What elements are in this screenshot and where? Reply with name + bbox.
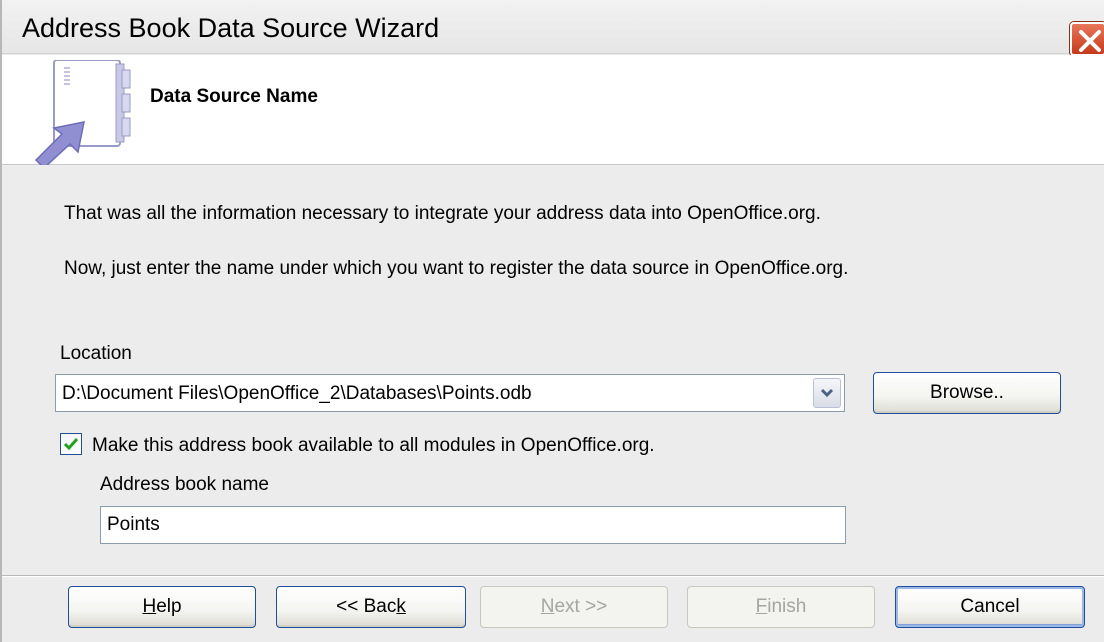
page-title: Data Source Name bbox=[150, 86, 318, 107]
title-bar[interactable]: Address Book Data Source Wizard bbox=[2, 0, 1104, 56]
next-mnemonic: N bbox=[540, 596, 555, 617]
availability-checkbox[interactable] bbox=[60, 433, 82, 455]
back-mnemonic: k bbox=[396, 596, 406, 617]
help-label-post: elp bbox=[156, 596, 182, 617]
address-book-icon bbox=[34, 60, 131, 165]
intro-text-line-1: That was all the information necessary t… bbox=[64, 203, 821, 224]
chevron-down-icon bbox=[820, 388, 834, 398]
wizard-header: Data Source Name bbox=[2, 55, 1104, 165]
location-dropdown-button[interactable] bbox=[813, 378, 841, 408]
help-button[interactable]: Help bbox=[68, 586, 256, 628]
checkmark-icon bbox=[63, 438, 79, 451]
help-mnemonic: H bbox=[142, 596, 157, 617]
intro-text-line-2: Now, just enter the name under which you… bbox=[64, 258, 849, 279]
location-combobox[interactable]: D:\Document Files\OpenOffice_2\Databases… bbox=[55, 374, 845, 412]
next-button[interactable]: Next >> bbox=[480, 586, 668, 628]
close-icon bbox=[1079, 30, 1101, 52]
next-label-post: ext >> bbox=[554, 596, 608, 617]
back-label-pre: << Bac bbox=[336, 596, 397, 617]
finish-mnemonic: F bbox=[755, 596, 768, 617]
button-separator bbox=[2, 575, 1104, 577]
close-button[interactable] bbox=[1070, 22, 1104, 56]
cancel-button[interactable]: Cancel bbox=[895, 586, 1085, 628]
availability-label[interactable]: Make this address book available to all … bbox=[92, 435, 655, 457]
location-label: Location bbox=[60, 343, 132, 364]
finish-button[interactable]: Finish bbox=[687, 586, 875, 628]
finish-label-post: inish bbox=[767, 596, 807, 617]
window-title: Address Book Data Source Wizard bbox=[22, 13, 440, 43]
browse-button[interactable]: Browse.. bbox=[873, 372, 1061, 414]
wizard-dialog: Address Book Data Source Wizard Data Sou… bbox=[0, 0, 1104, 642]
back-button[interactable]: << Back bbox=[276, 586, 466, 628]
address-book-name-label: Address book name bbox=[100, 474, 269, 495]
address-book-name-input[interactable] bbox=[101, 507, 845, 543]
address-book-name-field[interactable] bbox=[100, 506, 846, 544]
location-value: D:\Document Files\OpenOffice_2\Databases… bbox=[62, 383, 532, 404]
